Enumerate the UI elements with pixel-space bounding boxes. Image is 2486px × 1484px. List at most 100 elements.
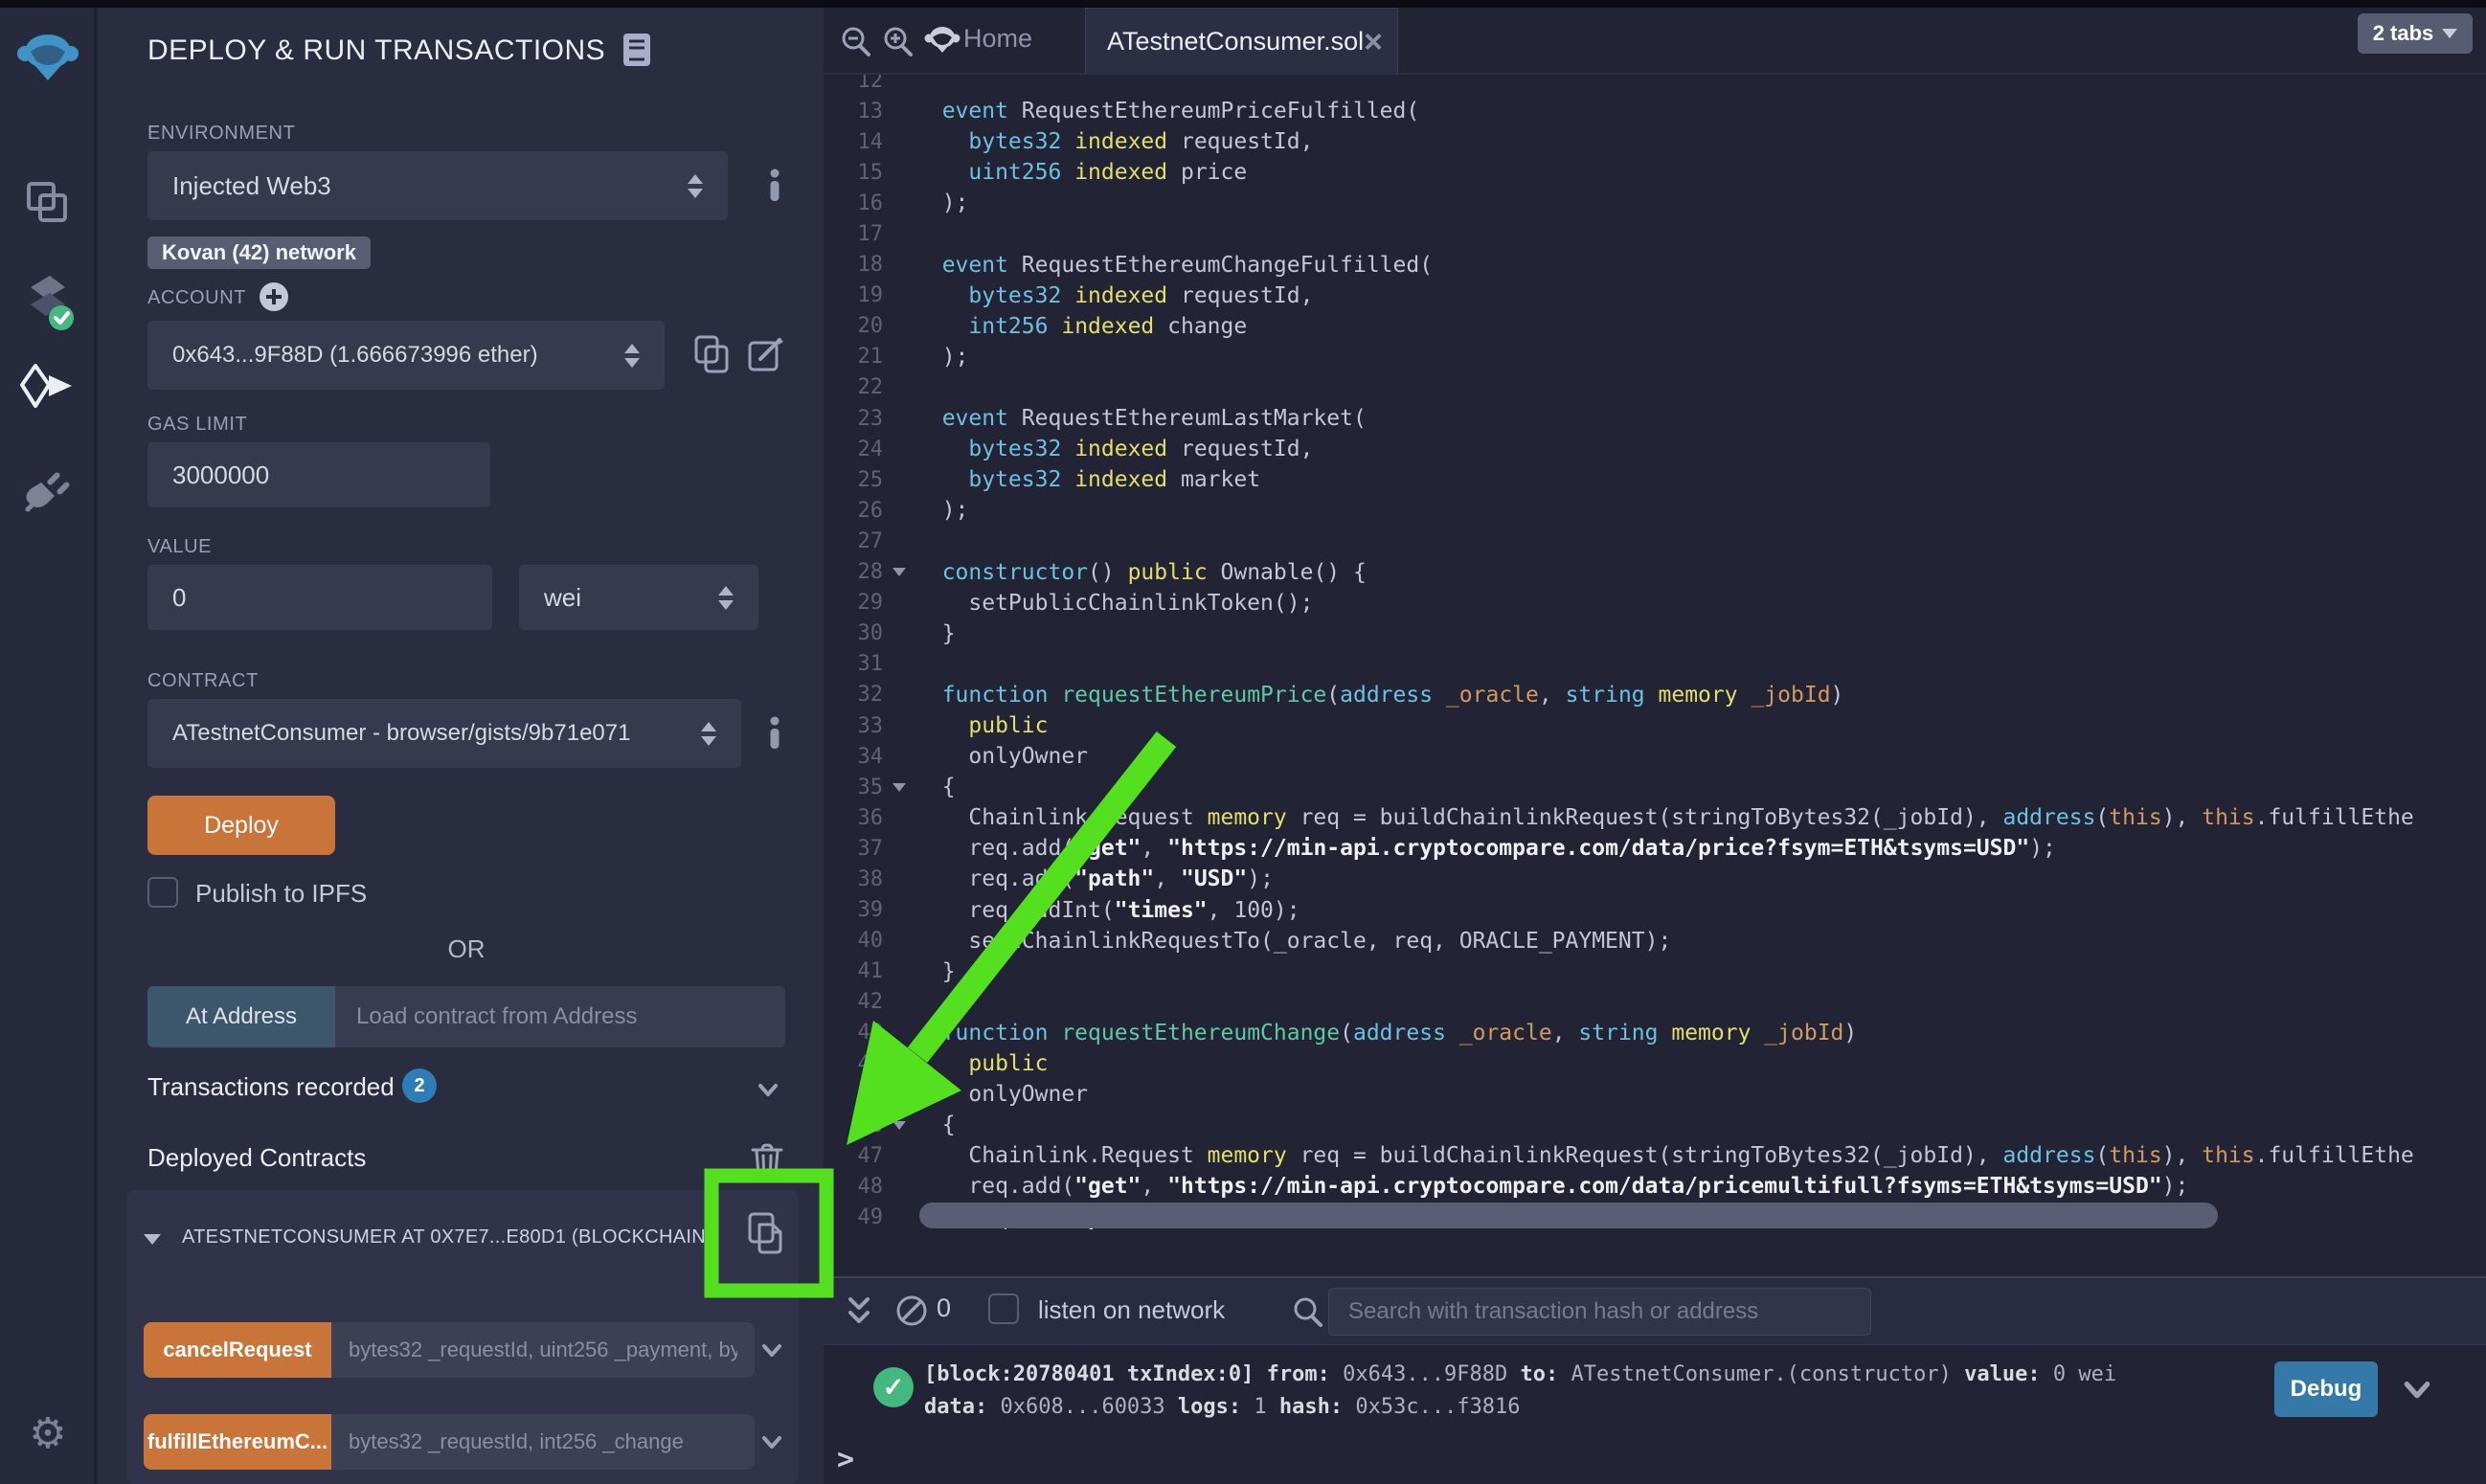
gas-limit-label: GAS LIMIT (147, 414, 247, 436)
network-badge: Kovan (42) network (147, 236, 371, 269)
debug-button[interactable]: Debug (2274, 1361, 2378, 1417)
code-line[interactable]: 32 function requestEthereumPrice(address… (824, 680, 2486, 710)
account-select[interactable]: 0x643...9F88D (1.666673996 ether) (147, 321, 665, 390)
expand-terminal-icon[interactable] (845, 1295, 873, 1328)
code-line[interactable]: 18 event RequestEthereumChangeFulfilled( (824, 250, 2486, 281)
copy-contract-address-icon[interactable] (747, 1211, 787, 1260)
code-line[interactable]: 36 Chainlink.Request memory req = buildC… (824, 802, 2486, 833)
tab-home[interactable]: Home (963, 24, 1032, 54)
code-line[interactable]: 48 req.add("get", "https://min-api.crypt… (824, 1171, 2486, 1202)
cancel-request-expand-icon[interactable] (760, 1338, 783, 1361)
code-line[interactable]: 22 (824, 372, 2486, 403)
code-line[interactable]: 27 (824, 526, 2486, 556)
code-line[interactable]: 45 onlyOwner (824, 1079, 2486, 1110)
code-line[interactable]: 28 constructor() public Ownable() { (824, 557, 2486, 588)
fulfill-ethereum-change-args-input[interactable] (331, 1414, 755, 1470)
file-explorer-icon[interactable] (0, 180, 96, 226)
code-line[interactable]: 34 onlyOwner (824, 741, 2486, 772)
code-line[interactable]: 35 { (824, 772, 2486, 802)
zoom-in-icon[interactable] (881, 25, 915, 64)
code-line[interactable]: 31 (824, 649, 2486, 680)
deploy-button[interactable]: Deploy (147, 796, 335, 855)
code-line[interactable]: 29 setPublicChainlinkToken(); (824, 588, 2486, 618)
zoom-out-icon[interactable] (839, 25, 873, 64)
code-line[interactable]: 44 public (824, 1048, 2486, 1079)
code-line[interactable]: 40 sendChainlinkRequestTo(_oracle, req, … (824, 926, 2486, 956)
contract-select[interactable]: ATestnetConsumer - browser/gists/9b71e07… (147, 699, 741, 768)
gas-limit-input[interactable]: 3000000 (147, 442, 490, 507)
code-line[interactable]: 20 int256 indexed change (824, 311, 2486, 342)
value-amount: 0 (172, 583, 186, 613)
plugin-manager-icon[interactable] (0, 465, 96, 515)
publish-ipfs-checkbox[interactable] (147, 877, 178, 908)
code-line[interactable]: 37 req.add("get", "https://min-api.crypt… (824, 833, 2486, 864)
cancel-request-button[interactable]: cancelRequest (144, 1322, 331, 1378)
tx-log-line-2[interactable]: data: 0x608...60033 logs: 1 hash: 0x53c.… (924, 1395, 1521, 1419)
code-line[interactable]: 30 } (824, 618, 2486, 649)
select-arrows-icon (688, 174, 703, 198)
code-line[interactable]: 33 public (824, 710, 2486, 741)
code-line[interactable]: 41 } (824, 956, 2486, 987)
tab-active-file[interactable]: ATestnetConsumer.sol × (1085, 8, 1398, 75)
at-address-input[interactable] (335, 986, 785, 1047)
value-unit-select[interactable]: wei (519, 565, 758, 630)
value-input[interactable]: 0 (147, 565, 492, 630)
code-line[interactable]: 17 (824, 218, 2486, 249)
terminal-count: 0 (937, 1293, 951, 1323)
transactions-collapse-icon[interactable] (757, 1078, 780, 1101)
environment-label: ENVIRONMENT (147, 123, 295, 145)
code-line[interactable]: 43 function requestEthereumChange(addres… (824, 1018, 2486, 1048)
remix-logo-icon[interactable] (0, 29, 96, 84)
tabs-count-dropdown[interactable]: 2 tabs (2358, 13, 2473, 54)
code-lines: 1213 event RequestEthereumPriceFulfilled… (824, 65, 2486, 1233)
instance-collapse-icon[interactable] (144, 1234, 161, 1245)
environment-select[interactable]: Injected Web3 (147, 151, 728, 220)
code-line[interactable]: 14 bytes32 indexed requestId, (824, 126, 2486, 157)
code-line[interactable]: 15 uint256 indexed price (824, 157, 2486, 188)
fulfill-expand-icon[interactable] (760, 1430, 783, 1453)
select-arrows-icon (624, 344, 640, 368)
at-address-button[interactable]: At Address (147, 986, 335, 1047)
add-account-icon[interactable] (259, 281, 289, 317)
settings-gear-icon[interactable]: ⚙ (0, 1413, 96, 1455)
code-line[interactable]: 42 (824, 987, 2486, 1018)
code-line[interactable]: 26 ); (824, 495, 2486, 526)
terminal-search-input[interactable] (1328, 1288, 1871, 1336)
code-line[interactable]: 38 req.add("path", "USD"); (824, 864, 2486, 894)
code-line[interactable]: 13 event RequestEthereumPriceFulfilled( (824, 96, 2486, 126)
terminal-prompt: > (837, 1443, 854, 1476)
code-line[interactable]: 25 bytes32 indexed market (824, 464, 2486, 495)
code-line[interactable]: 39 req.addInt("times", 100); (824, 895, 2486, 926)
environment-info-icon[interactable] (768, 169, 781, 206)
home-tab-icon[interactable] (923, 21, 961, 64)
deployed-contract-card[interactable]: ATESTNETCONSUMER AT 0X7E7...E80D1 (BLOCK… (126, 1190, 799, 1484)
code-line[interactable]: 16 ); (824, 188, 2486, 218)
clear-instances-trash-icon[interactable] (751, 1141, 783, 1182)
listen-network-checkbox[interactable] (988, 1293, 1019, 1324)
horizontal-scrollbar[interactable] (919, 1203, 2218, 1228)
sign-message-icon[interactable] (747, 336, 785, 379)
tx-log-line-1[interactable]: [block:20780401 txIndex:0] from: 0x643..… (924, 1362, 2116, 1386)
solidity-compiler-icon[interactable] (0, 274, 96, 333)
code-line[interactable]: 24 bytes32 indexed requestId, (824, 434, 2486, 464)
remix-ide-window: ⚙ DEPLOY & RUN TRANSACTIONS ENVIRONMENT … (0, 0, 2486, 1484)
deployed-contract-title: ATESTNETCONSUMER AT 0X7E7...E80D1 (BLOCK… (182, 1226, 733, 1248)
contract-info-icon[interactable] (768, 716, 781, 753)
clear-console-icon[interactable] (894, 1293, 929, 1328)
editor-tab-bar: Home ATestnetConsumer.sol × 2 tabs (824, 8, 2486, 75)
copy-account-icon[interactable] (693, 334, 730, 379)
code-line[interactable]: 19 bytes32 indexed requestId, (824, 281, 2486, 311)
window-top-strip (0, 0, 2486, 8)
code-line[interactable]: 21 ); (824, 342, 2486, 372)
code-line[interactable]: 23 event RequestEthereumLastMarket( (824, 403, 2486, 434)
code-line[interactable]: 47 Chainlink.Request memory req = buildC… (824, 1140, 2486, 1171)
deployed-contracts-label: Deployed Contracts (147, 1143, 366, 1173)
tx-expand-icon[interactable] (2402, 1374, 2432, 1405)
cancel-request-args-input[interactable] (331, 1322, 755, 1378)
code-line[interactable]: 46 { (824, 1110, 2486, 1140)
fulfill-ethereum-change-button[interactable]: fulfillEthereumC... (144, 1414, 331, 1470)
close-tab-icon[interactable]: × (1364, 26, 1383, 58)
code-area[interactable]: 1213 event RequestEthereumPriceFulfilled… (824, 65, 2486, 1276)
panel-title: DEPLOY & RUN TRANSACTIONS (147, 34, 605, 67)
deploy-run-icon[interactable] (0, 364, 96, 410)
